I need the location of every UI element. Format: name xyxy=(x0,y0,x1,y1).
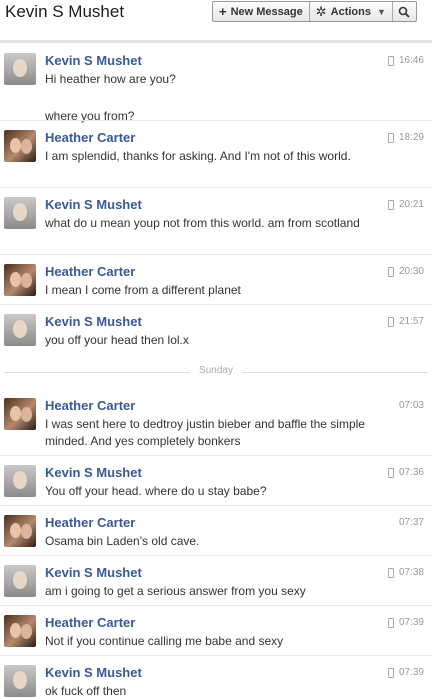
mobile-phone-icon xyxy=(387,316,394,327)
search-icon xyxy=(399,6,411,18)
mobile-phone-icon xyxy=(387,132,394,143)
mobile-phone-icon xyxy=(387,199,394,210)
avatar[interactable] xyxy=(4,665,36,697)
message-timestamp: 21:57 xyxy=(387,316,424,327)
message-timestamp: 07:38 xyxy=(387,567,424,578)
avatar[interactable] xyxy=(4,264,36,296)
message-text: I was sent here to dedtroy justin bieber… xyxy=(45,417,365,448)
actions-button[interactable]: ✲ Actions ▼ xyxy=(310,2,393,21)
avatar[interactable] xyxy=(4,615,36,647)
message-time: 07:39 xyxy=(398,617,424,628)
mobile-phone-icon xyxy=(387,567,394,578)
message-separator xyxy=(0,605,432,606)
mobile-phone-icon xyxy=(387,467,394,478)
message-separator xyxy=(0,555,432,556)
message-time: 07:38 xyxy=(398,567,424,578)
avatar[interactable] xyxy=(4,565,36,597)
sender-name[interactable]: Heather Carter xyxy=(45,264,135,279)
message-timestamp: 07:03 xyxy=(399,400,424,411)
message-timestamp: 07:37 xyxy=(399,517,424,528)
sender-name[interactable]: Kevin S Mushet xyxy=(45,197,142,212)
avatar[interactable] xyxy=(4,314,36,346)
sender-name[interactable]: Kevin S Mushet xyxy=(45,665,142,680)
message-text: I am splendid, thanks for asking. And I'… xyxy=(45,149,351,163)
message-time: 16:46 xyxy=(398,55,424,66)
message-timestamp: 20:30 xyxy=(387,266,424,277)
mobile-phone-icon xyxy=(387,667,394,678)
message-separator xyxy=(0,655,432,656)
thread-title: Kevin S Mushet xyxy=(5,2,125,21)
sender-name[interactable]: Heather Carter xyxy=(45,615,135,630)
message-time: 20:21 xyxy=(398,199,424,210)
search-button[interactable] xyxy=(393,2,416,21)
message-time: 07:37 xyxy=(398,517,424,528)
message-text: you off your head then lol.x xyxy=(45,333,189,347)
message-separator xyxy=(0,505,432,506)
message-time: 18:29 xyxy=(398,132,424,143)
message-separator xyxy=(0,304,432,305)
sender-name[interactable]: Kevin S Mushet xyxy=(45,465,142,480)
mobile-phone-icon xyxy=(387,266,394,277)
new-message-label: New Message xyxy=(230,5,303,18)
avatar[interactable] xyxy=(4,130,36,162)
avatar[interactable] xyxy=(4,515,36,547)
message-time: 21:57 xyxy=(398,316,424,327)
message-text: Hi heather how are you? xyxy=(45,72,176,86)
message-text: what do u mean youp not from this world.… xyxy=(45,216,360,230)
chevron-down-icon: ▼ xyxy=(377,6,386,17)
message-time: 07:36 xyxy=(398,467,424,478)
sender-name[interactable]: Kevin S Mushet xyxy=(45,565,142,580)
message-separator xyxy=(0,187,432,188)
message-time: 20:30 xyxy=(398,266,424,277)
day-separator: Sunday xyxy=(0,365,432,379)
message-separator xyxy=(0,120,432,121)
message-text: Osama bin Laden's old cave. xyxy=(45,534,200,548)
avatar[interactable] xyxy=(4,53,36,85)
message-timestamp: 18:29 xyxy=(387,132,424,143)
gear-icon: ✲ xyxy=(315,4,327,19)
sender-name[interactable]: Heather Carter xyxy=(45,398,135,413)
mobile-phone-icon xyxy=(387,55,394,66)
message-timestamp: 16:46 xyxy=(387,55,424,66)
message-separator xyxy=(0,254,432,255)
thread-header: Kevin S Mushet + New Message ✲ Actions ▼ xyxy=(0,0,432,30)
message-time: 07:03 xyxy=(398,400,424,411)
avatar[interactable] xyxy=(4,197,36,229)
plus-icon: + xyxy=(219,4,227,19)
message-text: am i going to get a serious answer from … xyxy=(45,584,306,598)
message-text: where you from? xyxy=(45,109,135,123)
message-separator xyxy=(0,455,432,456)
actions-label: Actions xyxy=(330,5,371,18)
new-message-button[interactable]: + New Message xyxy=(213,2,310,21)
mobile-phone-icon xyxy=(387,617,394,628)
sender-name[interactable]: Heather Carter xyxy=(45,515,135,530)
message-text: You off your head. where do u stay babe? xyxy=(45,484,267,498)
header-button-group: + New Message ✲ Actions ▼ xyxy=(212,1,417,22)
message-text: ok fuck off then xyxy=(45,684,127,698)
message-timestamp: 07:36 xyxy=(387,467,424,478)
avatar[interactable] xyxy=(4,398,36,430)
message-timestamp: 07:39 xyxy=(387,667,424,678)
header-divider xyxy=(0,40,432,43)
message-text: I mean I come from a different planet xyxy=(45,283,241,297)
avatar[interactable] xyxy=(4,465,36,497)
sender-name[interactable]: Kevin S Mushet xyxy=(45,314,142,329)
message-timestamp: 20:21 xyxy=(387,199,424,210)
day-separator-label: Sunday xyxy=(193,365,239,376)
sender-name[interactable]: Heather Carter xyxy=(45,130,135,145)
message-timestamp: 07:39 xyxy=(387,617,424,628)
sender-name[interactable]: Kevin S Mushet xyxy=(45,53,142,68)
message-text: Not if you continue calling me babe and … xyxy=(45,634,284,648)
message-time: 07:39 xyxy=(398,667,424,678)
